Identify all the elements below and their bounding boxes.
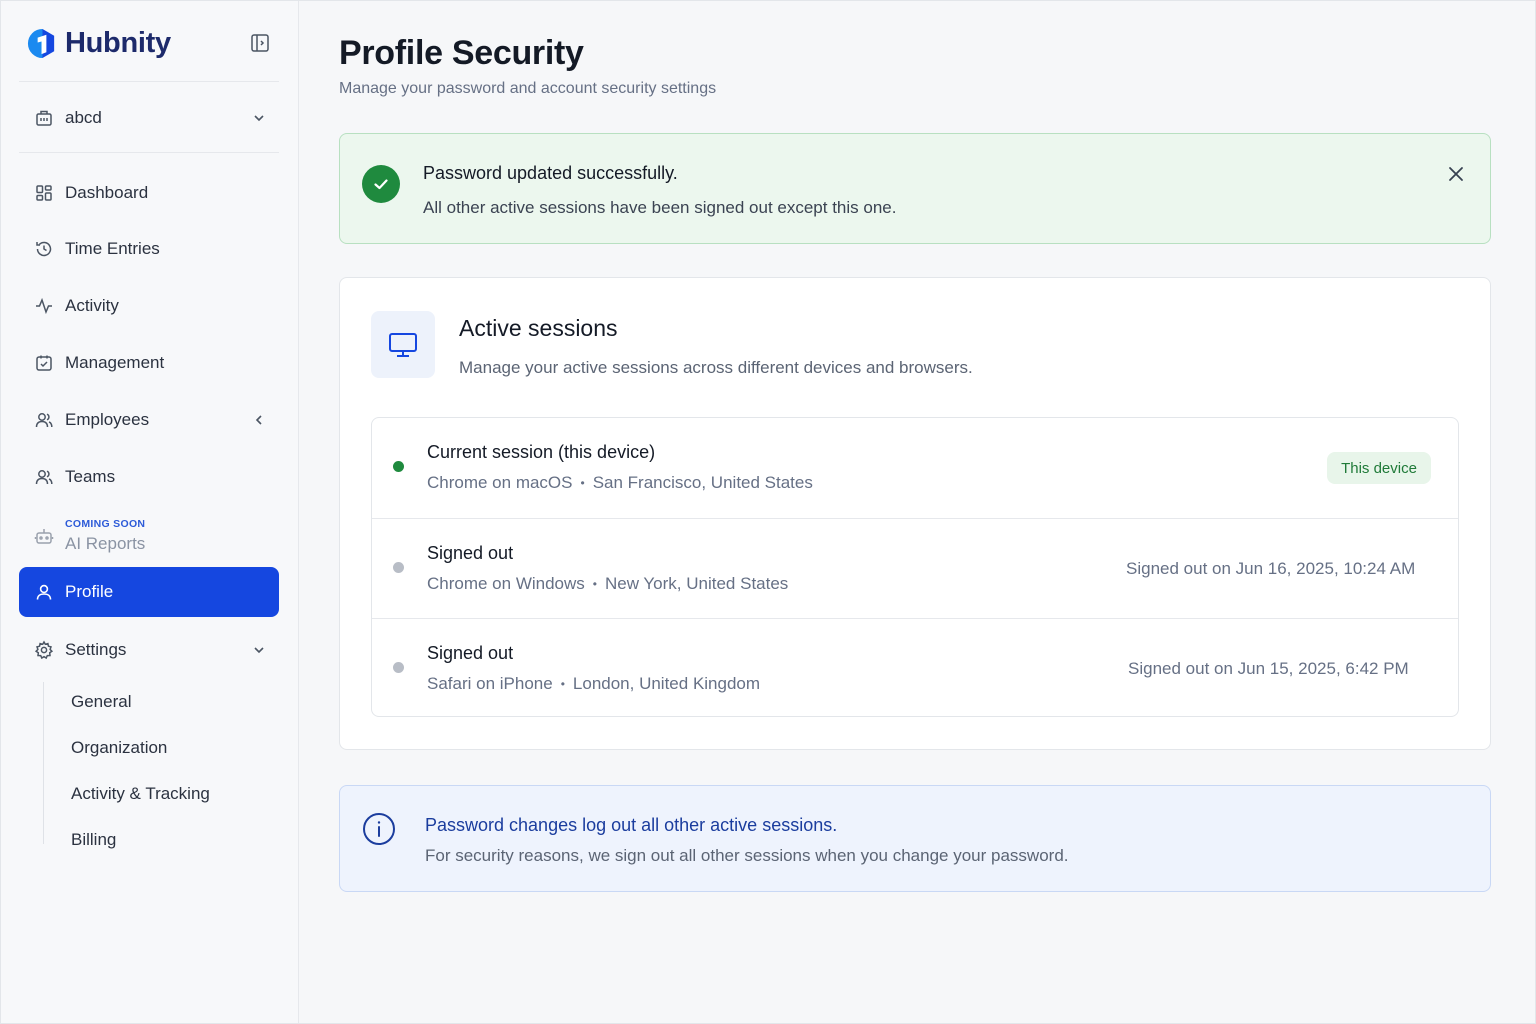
settings-sub-activity-tracking[interactable]: Activity & Tracking — [71, 782, 210, 806]
grid-icon — [33, 182, 55, 204]
users-icon — [33, 409, 55, 431]
active-sessions-card: Active sessions Manage your active sessi… — [339, 277, 1491, 750]
workspace-name: abcd — [65, 108, 102, 127]
separator-dot: • — [592, 577, 597, 591]
sidebar-item-management[interactable]: Management — [19, 338, 279, 388]
sidebar-item-label: Profile — [65, 582, 114, 601]
sessions-list: Current session (this device) Chrome on … — [371, 417, 1459, 717]
separator-dot: • — [580, 476, 585, 490]
users-icon — [33, 466, 55, 488]
divider — [19, 81, 279, 82]
sidebar: Hubnity abcd Dashboard Time Entries Acti — [0, 0, 299, 1024]
chevron-down-icon — [254, 115, 264, 122]
sidebar-item-settings[interactable]: Settings — [19, 625, 279, 675]
settings-sub-billing[interactable]: Billing — [71, 828, 116, 852]
history-icon — [33, 238, 55, 260]
sidebar-item-label: Time Entries — [65, 239, 160, 258]
workspace-switcher[interactable]: abcd — [19, 93, 279, 143]
success-alert-message: All other active sessions have been sign… — [423, 198, 897, 217]
success-alert-title: Password updated successfully. — [423, 163, 678, 183]
sidebar-item-teams[interactable]: Teams — [19, 452, 279, 502]
calendar-check-icon — [33, 352, 55, 374]
sidebar-item-time-entries[interactable]: Time Entries — [19, 224, 279, 274]
session-title: Current session (this device) — [427, 442, 656, 462]
info-alert-message: For security reasons, we sign out all ot… — [425, 846, 1069, 865]
page-title: Profile Security — [339, 34, 584, 72]
sidebar-item-employees[interactable]: Employees — [19, 395, 279, 445]
sidebar-item-label: Employees — [65, 410, 150, 429]
signed-out-timestamp: Signed out on Jun 16, 2025, 10:24 AM — [1126, 559, 1416, 578]
sidebar-item-ai-reports: COMING SOON AI Reports — [19, 508, 279, 564]
sidebar-item-label: Dashboard — [65, 183, 149, 202]
info-alert: Password changes log out all other activ… — [339, 785, 1491, 892]
active-sessions-title: Active sessions — [459, 315, 618, 341]
info-icon — [363, 813, 395, 845]
session-client: Chrome on macOS — [427, 473, 573, 492]
page-subtitle: Manage your password and account securit… — [339, 80, 717, 97]
session-client: Safari on iPhone — [427, 674, 553, 693]
settings-sub-general[interactable]: General — [71, 690, 131, 714]
session-location: London, United Kingdom — [572, 674, 761, 693]
activity-icon — [33, 295, 55, 317]
app-name: Hubnity — [65, 26, 171, 59]
this-device-badge: This device — [1327, 452, 1431, 484]
sidebar-item-label: Management — [65, 353, 165, 372]
divider — [19, 152, 279, 153]
monitor-icon — [371, 311, 435, 378]
session-client: Chrome on Windows — [427, 574, 585, 593]
status-dot-inactive — [393, 562, 404, 573]
active-sessions-subtitle: Manage your active sessions across diffe… — [459, 358, 973, 377]
panel-toggle-icon — [251, 34, 269, 52]
sidebar-item-label: AI Reports — [65, 534, 146, 553]
signed-out-timestamp: Signed out on Jun 15, 2025, 6:42 PM — [1128, 659, 1409, 678]
sidebar-item-label: Teams — [65, 467, 116, 486]
session-location: San Francisco, United States — [592, 473, 813, 492]
check-circle-icon — [362, 165, 400, 203]
sidebar-item-profile[interactable]: Profile — [19, 567, 279, 617]
sidebar-item-label: Settings — [65, 640, 127, 659]
session-row: Signed out Safari on iPhone • London, Un… — [372, 618, 1458, 716]
sidebar-item-dashboard[interactable]: Dashboard — [19, 168, 279, 218]
bot-icon — [33, 525, 55, 547]
sidebar-item-label: Activity — [65, 296, 119, 315]
gear-icon — [33, 639, 55, 661]
status-dot-active — [393, 461, 404, 472]
hubnity-logo-icon — [27, 28, 55, 58]
session-meta: Safari on iPhone • London, United Kingdo… — [427, 674, 760, 694]
session-row-current: Current session (this device) Chrome on … — [372, 418, 1458, 518]
session-location: New York, United States — [604, 574, 789, 593]
info-alert-title: Password changes log out all other activ… — [425, 815, 838, 835]
settings-sub-organization[interactable]: Organization — [71, 736, 167, 760]
close-icon — [1449, 167, 1463, 181]
success-alert: Password updated successfully. All other… — [339, 133, 1491, 244]
separator-dot: • — [560, 677, 565, 691]
sidebar-item-activity[interactable]: Activity — [19, 281, 279, 331]
session-title: Signed out — [427, 643, 514, 663]
sidebar-collapse-button[interactable] — [249, 32, 271, 54]
session-title: Signed out — [427, 543, 514, 563]
alert-close-button[interactable] — [1446, 164, 1466, 184]
chevron-left-icon — [255, 415, 262, 425]
user-icon — [33, 581, 55, 603]
session-meta: Chrome on Windows • New York, United Sta… — [427, 574, 788, 594]
submenu-guide-line — [43, 682, 44, 844]
session-row: Signed out Chrome on Windows • New York,… — [372, 518, 1458, 618]
building-icon — [33, 107, 55, 129]
coming-soon-badge: COMING SOON — [65, 518, 146, 530]
brand[interactable]: Hubnity — [26, 26, 171, 60]
session-meta: Chrome on macOS • San Francisco, United … — [427, 473, 813, 493]
status-dot-inactive — [393, 662, 404, 673]
chevron-down-icon — [254, 647, 264, 654]
